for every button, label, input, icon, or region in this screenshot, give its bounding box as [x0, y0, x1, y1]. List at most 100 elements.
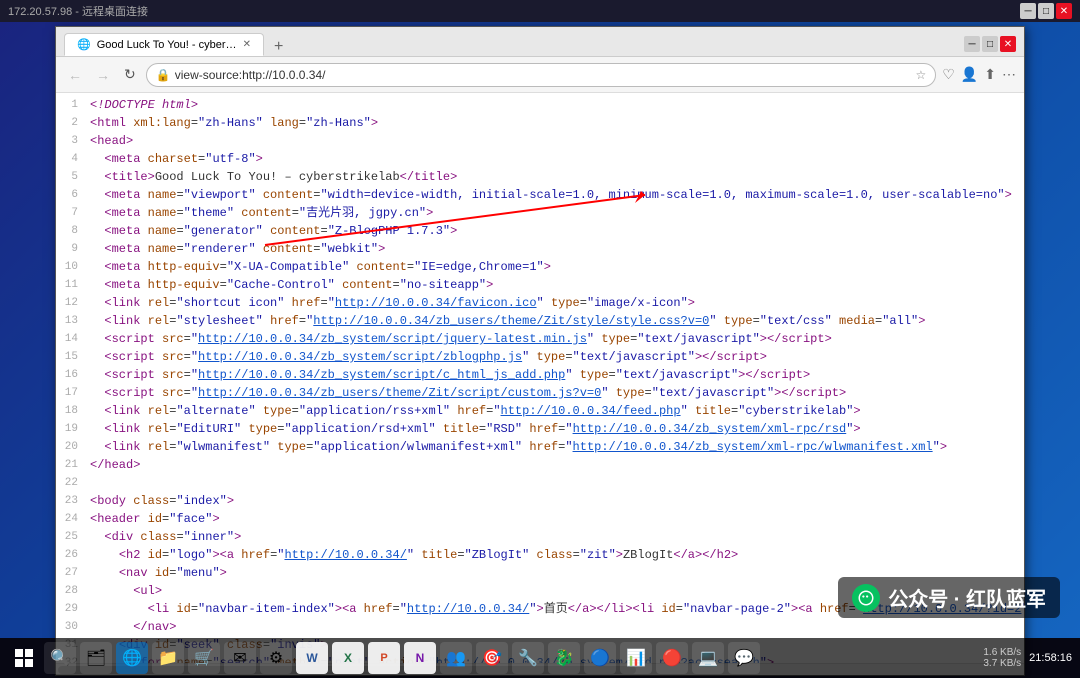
source-line: 4 <meta charset="utf-8">	[56, 151, 1024, 169]
source-line: 3<head>	[56, 133, 1024, 151]
remote-close-button[interactable]: ✕	[1056, 3, 1072, 19]
source-line: 26 <h2 id="logo"><a href="http://10.0.0.…	[56, 547, 1024, 565]
line-content: <script src="http://10.0.0.34/zb_system/…	[90, 331, 1020, 349]
app1-icon[interactable]: 🎯	[476, 642, 508, 674]
line-number: 16	[60, 367, 90, 385]
line-content: <link rel="wlwmanifest" type="applicatio…	[90, 439, 1020, 457]
excel-icon[interactable]: X	[332, 642, 364, 674]
watermark-text: 公众号 · 红队蓝军	[888, 583, 1046, 612]
source-line: 5 <title>Good Luck To You! – cyberstrike…	[56, 169, 1024, 187]
browser-window: 🌐 Good Luck To You! - cyberstrike ✕ + ─ …	[55, 22, 1025, 636]
new-tab-button[interactable]: +	[266, 38, 291, 56]
browser-maximize-button[interactable]: □	[982, 36, 998, 52]
account-icon[interactable]: 👤	[961, 66, 978, 83]
line-content: <!DOCTYPE html>	[90, 97, 1020, 115]
address-bar: ← → ↻ 🔒 ☆ ♡ 👤 ⬆ ⋯	[56, 57, 1024, 93]
edge-icon[interactable]: 🌐	[116, 642, 148, 674]
line-number: 2	[60, 115, 90, 133]
search-taskbar-icon[interactable]: 🔍	[44, 642, 76, 674]
explorer-icon[interactable]: 📁	[152, 642, 184, 674]
forward-button[interactable]: →	[92, 65, 114, 85]
teams-icon[interactable]: 👥	[440, 642, 472, 674]
source-line: 24<header id="face">	[56, 511, 1024, 529]
line-content: <link rel="EditURI" type="application/rs…	[90, 421, 1020, 439]
source-line: 17 <script src="http://10.0.0.34/zb_user…	[56, 385, 1024, 403]
ppt-icon[interactable]: P	[368, 642, 400, 674]
settings-icon[interactable]: ⚙	[260, 642, 292, 674]
heart-icon[interactable]: ♡	[942, 66, 955, 83]
app2-icon[interactable]: 🔧	[512, 642, 544, 674]
menu-icon[interactable]: ⋯	[1002, 66, 1016, 83]
source-line: 16 <script src="http://10.0.0.34/zb_syst…	[56, 367, 1024, 385]
app6-icon[interactable]: 💻	[692, 642, 724, 674]
source-line: 14 <script src="http://10.0.0.34/zb_syst…	[56, 331, 1024, 349]
browser-minimize-button[interactable]: ─	[964, 36, 980, 52]
address-input[interactable]	[146, 63, 937, 87]
source-line: 15 <script src="http://10.0.0.34/zb_syst…	[56, 349, 1024, 367]
line-number: 8	[60, 223, 90, 241]
taskview-icon[interactable]: 🗂	[80, 642, 112, 674]
desktop: 172.20.57.98 - 远程桌面连接 ─ □ ✕ 🌐 Good Luck …	[0, 0, 1080, 678]
start-button[interactable]	[8, 642, 40, 674]
share-icon[interactable]: ⬆	[984, 66, 996, 83]
onenote-icon[interactable]: N	[404, 642, 436, 674]
source-line: 1<!DOCTYPE html>	[56, 97, 1024, 115]
refresh-button[interactable]: ↻	[120, 64, 140, 85]
line-content: <script src="http://10.0.0.34/zb_system/…	[90, 349, 1020, 367]
line-content: <head>	[90, 133, 1020, 151]
line-content: <body class="index">	[90, 493, 1020, 511]
line-number: 27	[60, 565, 90, 583]
network-speed-up: 1.6 KB/s3.7 KB/s	[983, 647, 1021, 669]
remote-minimize-button[interactable]: ─	[1020, 3, 1036, 19]
app5-icon[interactable]: 🔴	[656, 642, 688, 674]
tab1-close-icon[interactable]: ✕	[243, 39, 251, 50]
browser-close-button[interactable]: ✕	[1000, 36, 1016, 52]
source-line: 6 <meta name="viewport" content="width=d…	[56, 187, 1024, 205]
remote-title: 172.20.57.98 - 远程桌面连接	[8, 3, 148, 19]
line-content: </nav>	[90, 619, 1020, 637]
wechat-taskbar-icon[interactable]: 💬	[728, 642, 760, 674]
line-number: 29	[60, 601, 90, 619]
source-line: 10 <meta http-equiv="X-UA-Compatible" co…	[56, 259, 1024, 277]
line-content: </head>	[90, 457, 1020, 475]
line-number: 9	[60, 241, 90, 259]
line-content: <meta name="generator" content="Z-BlogPH…	[90, 223, 1020, 241]
app3-icon[interactable]: 🐉	[548, 642, 580, 674]
line-content: <meta name="theme" content="吉光片羽, jgpy.c…	[90, 205, 1020, 223]
line-content: <link rel="stylesheet" href="http://10.0…	[90, 313, 1020, 331]
source-line: 11 <meta http-equiv="Cache-Control" cont…	[56, 277, 1024, 295]
source-line: 13 <link rel="stylesheet" href="http://1…	[56, 313, 1024, 331]
taskbar: 🔍 🗂 🌐 📁 🛒 ✉ ⚙ W X P N 👥 🎯 🔧 🐉 🔵 📊 🔴 💻 💬 …	[0, 638, 1080, 678]
chrome-icon[interactable]: 🔵	[584, 642, 616, 674]
word-icon[interactable]: W	[296, 642, 328, 674]
line-number: 10	[60, 259, 90, 277]
store-icon[interactable]: 🛒	[188, 642, 220, 674]
mail-icon[interactable]: ✉	[224, 642, 256, 674]
line-number: 25	[60, 529, 90, 547]
browser-tab-1[interactable]: 🌐 Good Luck To You! - cyberstrike ✕	[64, 33, 264, 56]
line-number: 5	[60, 169, 90, 187]
line-number: 19	[60, 421, 90, 439]
line-content: <link rel="alternate" type="application/…	[90, 403, 1020, 421]
line-number: 15	[60, 349, 90, 367]
line-content: <meta http-equiv="Cache-Control" content…	[90, 277, 1020, 295]
remote-maximize-button[interactable]: □	[1038, 3, 1054, 19]
browser-tab-bar: 🌐 Good Luck To You! - cyberstrike ✕ + ─ …	[56, 27, 1024, 57]
line-content: <h2 id="logo"><a href="http://10.0.0.34/…	[90, 547, 1020, 565]
taskbar-right: 1.6 KB/s3.7 KB/s 21:58:16	[983, 647, 1072, 669]
line-content: <div class="inner">	[90, 529, 1020, 547]
line-number: 28	[60, 583, 90, 601]
line-number: 14	[60, 331, 90, 349]
app4-icon[interactable]: 📊	[620, 642, 652, 674]
lock-icon: 🔒	[156, 68, 171, 82]
line-number: 12	[60, 295, 90, 313]
source-line: 22	[56, 475, 1024, 493]
line-number: 7	[60, 205, 90, 223]
line-content: <script src="http://10.0.0.34/zb_users/t…	[90, 385, 1020, 403]
line-number: 23	[60, 493, 90, 511]
source-line: 23<body class="index">	[56, 493, 1024, 511]
line-number: 11	[60, 277, 90, 295]
line-content: <meta http-equiv="X-UA-Compatible" conte…	[90, 259, 1020, 277]
back-button[interactable]: ←	[64, 65, 86, 85]
source-line: 12 <link rel="shortcut icon" href="http:…	[56, 295, 1024, 313]
